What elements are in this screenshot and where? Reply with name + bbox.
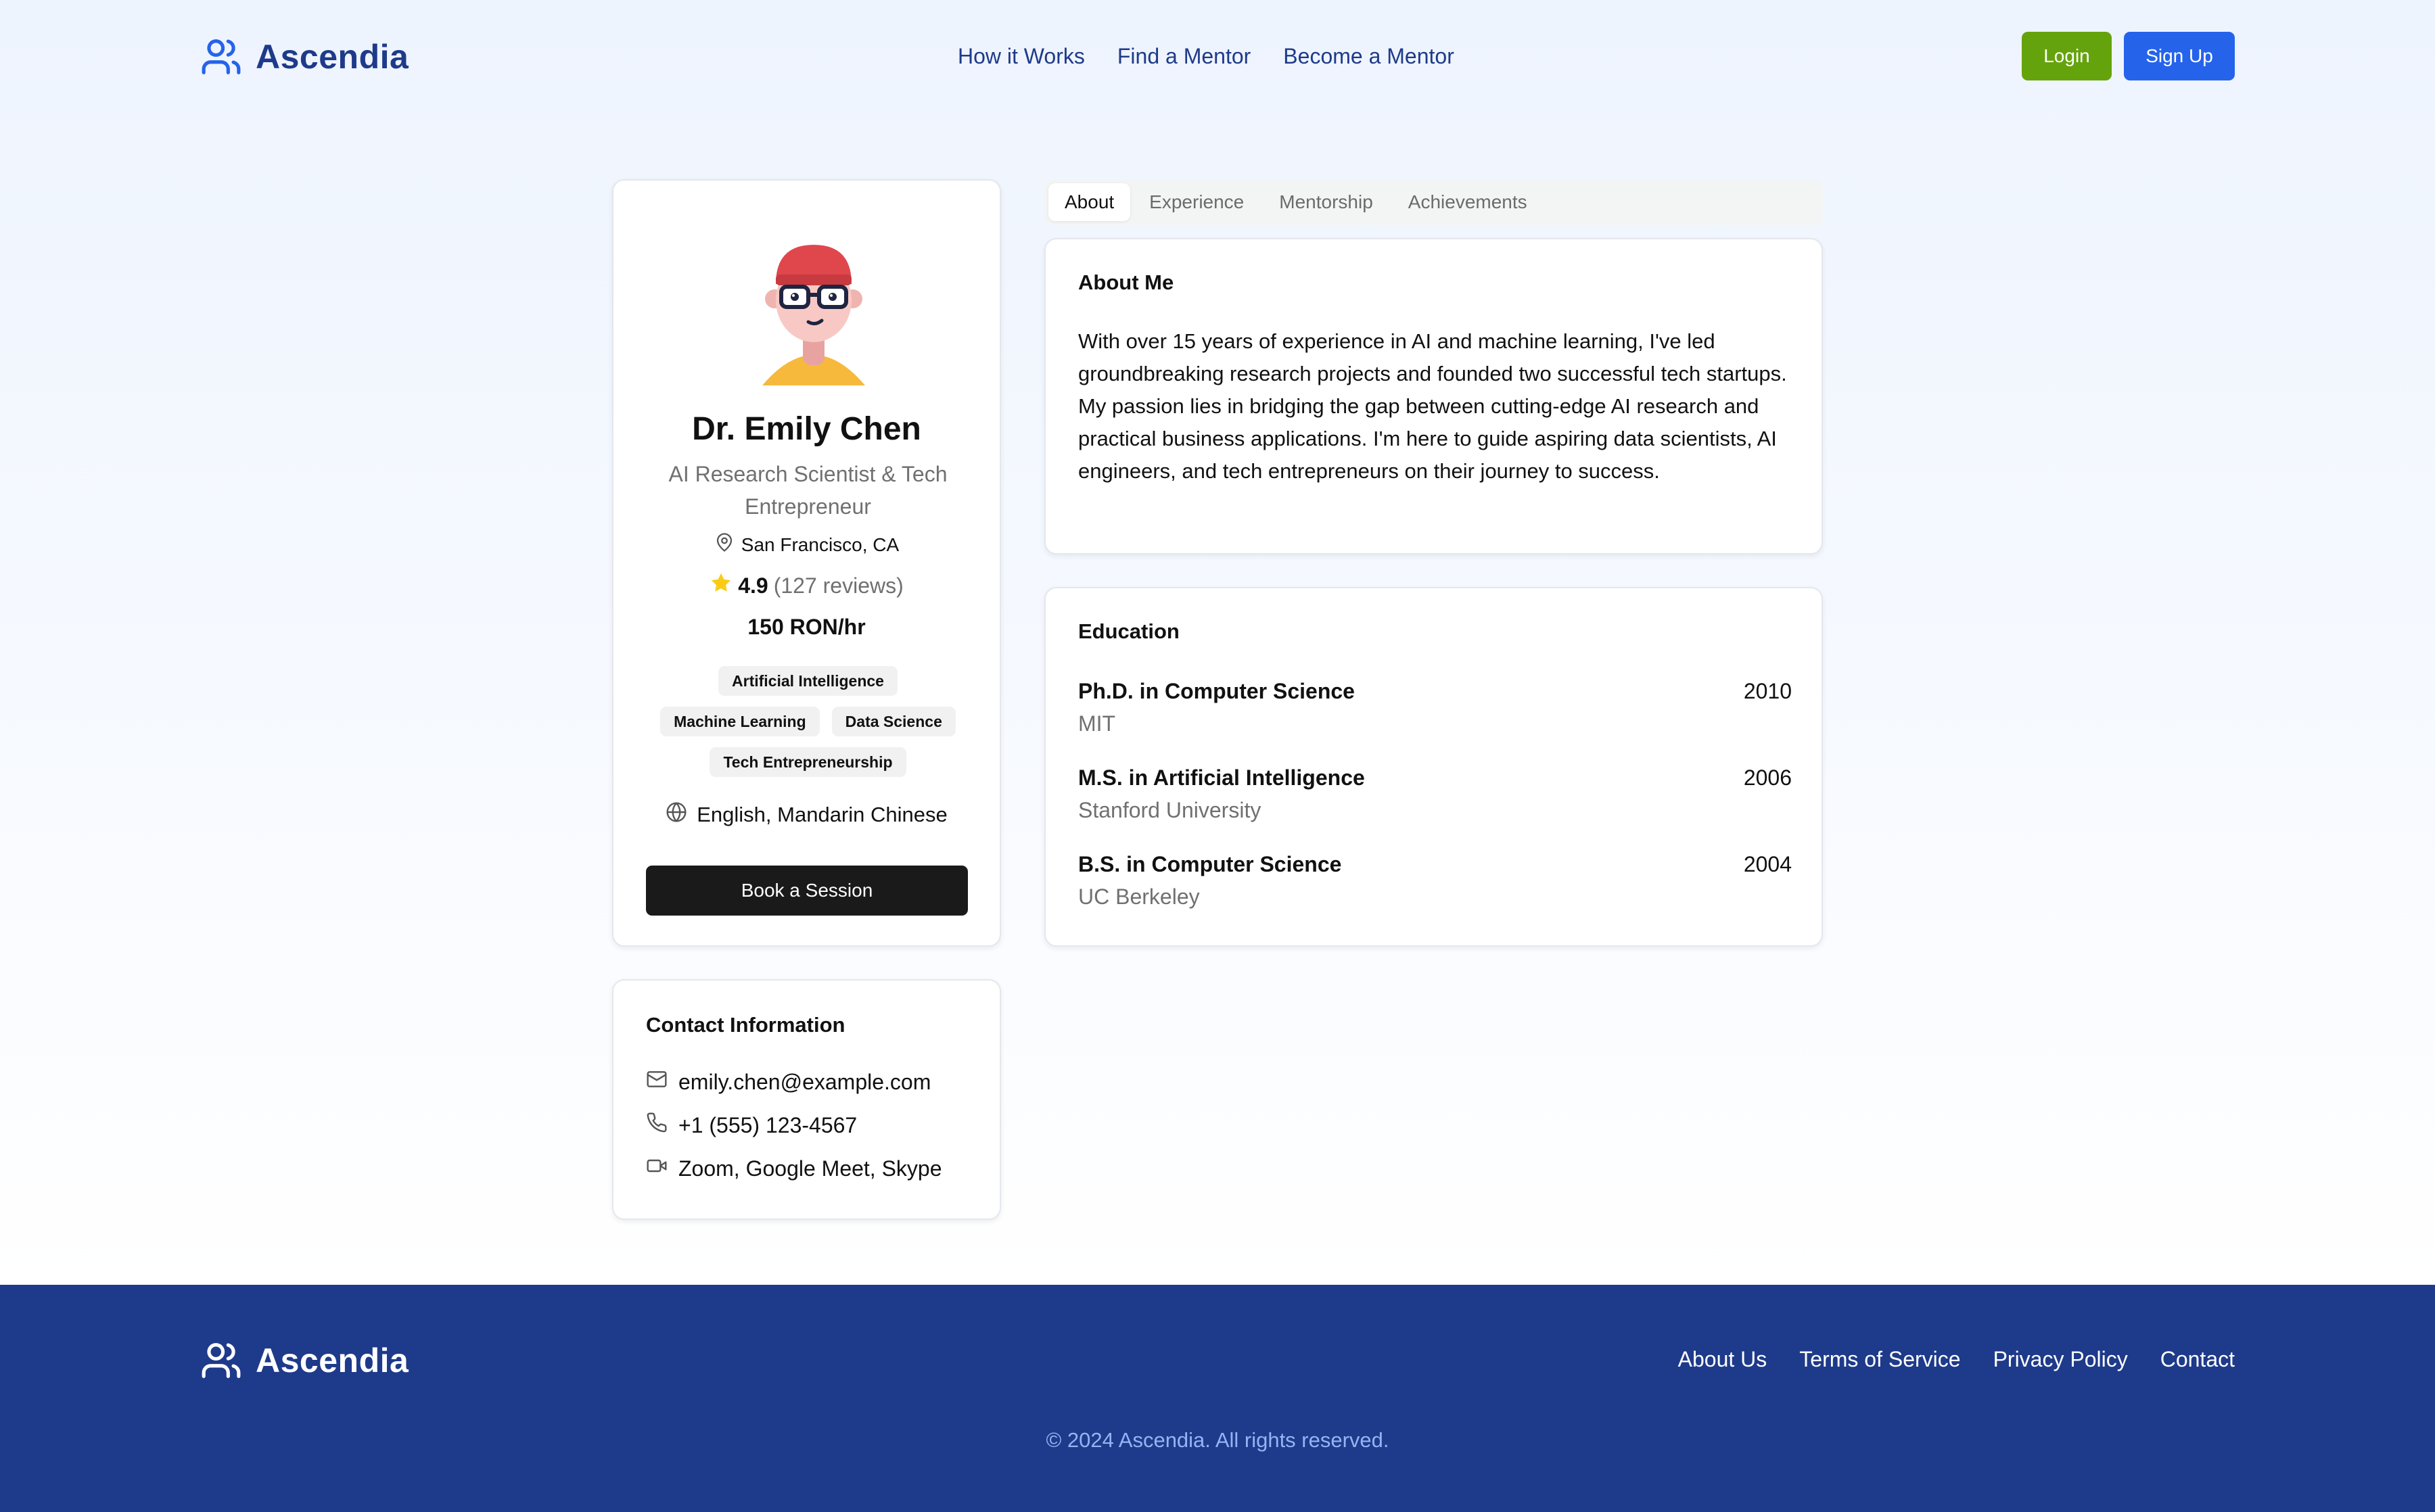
users-icon [200,36,242,78]
nav-become-a-mentor[interactable]: Become a Mentor [1283,44,1454,69]
users-icon [200,1340,242,1381]
footer-link-privacy[interactable]: Privacy Policy [1993,1347,2128,1372]
rating-score: 4.9 [738,573,768,598]
nav-how-it-works[interactable]: How it Works [958,44,1085,69]
footer-brand-logo[interactable]: Ascendia [200,1339,409,1382]
tag-artificial-intelligence: Artificial Intelligence [718,666,898,696]
video-icon [646,1155,668,1182]
education-item: B.S. in Computer Science UC Berkeley 200… [1078,852,1792,917]
footer-link-terms[interactable]: Terms of Service [1799,1347,1960,1372]
about-heading: About Me [1078,270,1174,294]
profile-card: Dr. Emily Chen AI Research Scientist & T… [612,179,1001,947]
rating-reviews: (127 reviews) [773,573,904,598]
profile-title: AI Research Scientist & Tech Entrepreneu… [668,462,948,519]
phone-icon [646,1112,668,1139]
book-session-button[interactable]: Book a Session [646,866,968,916]
globe-icon [666,801,687,828]
profile-name: Dr. Emily Chen [692,411,921,447]
about-text: With over 15 years of experience in AI a… [1078,329,1787,483]
education-year: 2004 [1743,852,1792,876]
copyright-text: © 2024 Ascendia. All rights reserved. [1046,1428,1389,1452]
footer-link-about-us[interactable]: About Us [1678,1347,1767,1372]
education-item: M.S. in Artificial Intelligence Stanford… [1078,765,1792,830]
contact-phone[interactable]: +1 (555) 123-4567 [678,1113,857,1138]
contact-phone-row: +1 (555) 123-4567 [646,1112,857,1139]
tag-machine-learning: Machine Learning [660,707,820,736]
education-card: Education Ph.D. in Computer Science MIT … [1044,587,1823,947]
contact-platforms: Zoom, Google Meet, Skype [678,1156,942,1181]
tag-data-science: Data Science [831,707,956,736]
profile-tabs: About Experience Mentorship Achievements [1044,179,1823,225]
profile-location: San Francisco, CA [613,532,1000,557]
tag-tech-entrepreneurship: Tech Entrepreneurship [710,747,906,777]
footer-nav: About Us Terms of Service Privacy Policy… [1678,1347,2235,1372]
star-icon [710,571,733,600]
signup-button[interactable]: Sign Up [2124,32,2235,80]
education-degree: Ph.D. in Computer Science [1078,679,1355,703]
education-year: 2010 [1743,679,1792,703]
tab-mentorship[interactable]: Mentorship [1263,183,1389,221]
tab-about[interactable]: About [1048,183,1131,221]
main-nav: How it Works Find a Mentor Become a Ment… [958,39,1454,73]
tab-achievements[interactable]: Achievements [1392,183,1544,221]
site-footer: Ascendia About Us Terms of Service Priva… [0,1285,2435,1512]
hourly-rate: 150 RON/hr [747,615,866,639]
location-text: San Francisco, CA [741,534,900,555]
tab-experience[interactable]: Experience [1133,183,1260,221]
profile-rating: 4.9 (127 reviews) [613,571,1000,600]
education-school: MIT [1078,711,1116,736]
languages-text: English, Mandarin Chinese [697,803,948,826]
education-year: 2006 [1743,765,1792,790]
brand-name: Ascendia [256,38,409,76]
education-degree: B.S. in Computer Science [1078,852,1342,876]
contact-card: Contact Information emily.chen@example.c… [612,979,1001,1220]
brand-logo[interactable]: Ascendia [200,35,409,78]
footer-brand-name: Ascendia [256,1342,409,1379]
avatar [761,243,866,385]
footer-link-contact[interactable]: Contact [2160,1347,2235,1372]
contact-email[interactable]: emily.chen@example.com [678,1070,931,1095]
education-heading: Education [1078,619,1180,643]
auth-buttons: Login Sign Up [2022,32,2235,80]
nav-find-a-mentor[interactable]: Find a Mentor [1117,44,1251,69]
mail-icon [646,1068,668,1095]
login-button[interactable]: Login [2022,32,2112,80]
contact-platforms-row: Zoom, Google Meet, Skype [646,1155,942,1182]
education-school: UC Berkeley [1078,884,1200,909]
profile-languages: English, Mandarin Chinese [613,801,1000,828]
expertise-tags: Artificial Intelligence Machine Learning… [641,666,975,777]
site-header: Ascendia How it Works Find a Mentor Beco… [0,0,2435,114]
about-card: About Me With over 15 years of experienc… [1044,238,1823,554]
contact-heading: Contact Information [646,1013,845,1037]
education-item: Ph.D. in Computer Science MIT 2010 [1078,679,1792,744]
education-degree: M.S. in Artificial Intelligence [1078,765,1365,790]
map-pin-icon [714,532,735,557]
contact-email-row: emily.chen@example.com [646,1068,931,1095]
education-school: Stanford University [1078,798,1261,822]
